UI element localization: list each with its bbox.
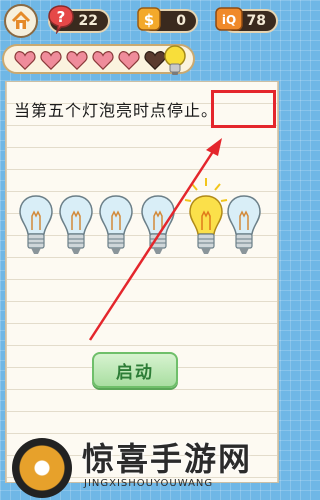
iq-icon: iQ <box>214 3 244 35</box>
svg-text:iQ: iQ <box>222 13 236 27</box>
heart-full-icon <box>14 51 36 71</box>
home-button[interactable] <box>4 4 38 38</box>
coin-icon: $ <box>134 3 164 35</box>
coins-value: 0 <box>176 13 186 29</box>
bulb-icon[interactable] <box>18 190 54 274</box>
heart-full-icon <box>118 51 140 71</box>
heart-full-icon <box>92 51 114 71</box>
top-bar: 22 ? 0 $ 78 iQ <box>0 0 282 42</box>
lit-bulb-icon[interactable] <box>184 176 228 274</box>
svg-text:$: $ <box>144 11 154 29</box>
watermark: 惊喜手游网 JINGXISHOUYOUWANG <box>8 432 282 500</box>
bulb-icon[interactable] <box>58 190 94 274</box>
hint-bulb-icon[interactable] <box>160 44 190 76</box>
start-button[interactable]: 启动 <box>92 352 178 388</box>
paper-card <box>6 82 278 482</box>
bulb-icon[interactable] <box>140 190 176 274</box>
home-icon <box>11 11 31 29</box>
stop-highlight-box <box>211 90 276 128</box>
heart-full-icon <box>66 51 88 71</box>
question-icon: ? <box>46 3 76 35</box>
question-text[interactable]: 当第五个灯泡亮时点停止。 <box>14 97 218 121</box>
score-value: 78 <box>246 13 266 29</box>
heart-full-icon <box>40 51 62 71</box>
watermark-subtitle: JINGXISHOUYOUWANG <box>84 478 214 489</box>
svg-text:?: ? <box>57 8 66 26</box>
watermark-logo <box>12 438 72 498</box>
watermark-title: 惊喜手游网 <box>82 440 253 478</box>
bulb-icon[interactable] <box>226 190 262 274</box>
bulb-icon[interactable] <box>98 190 134 274</box>
question-count-value: 22 <box>78 13 98 29</box>
bulb-row <box>0 178 282 280</box>
